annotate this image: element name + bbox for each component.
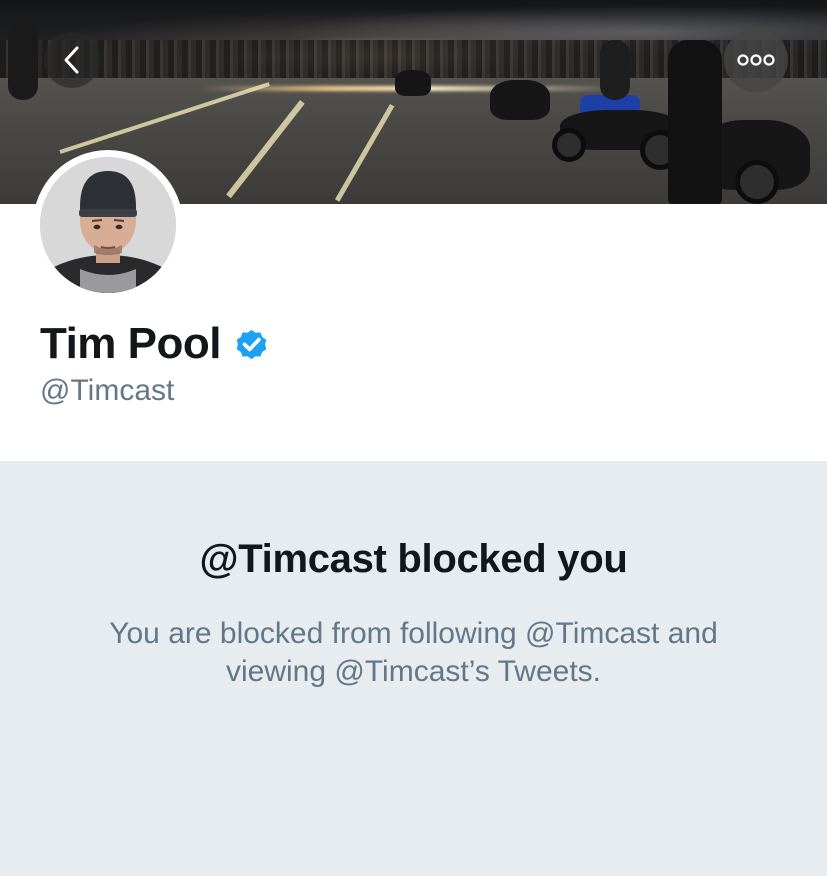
- blocked-notice-panel: @Timcast blocked you You are blocked fro…: [0, 461, 827, 876]
- motorcycle-wheel: [735, 160, 779, 204]
- back-button[interactable]: [44, 32, 100, 88]
- display-name: Tim Pool: [40, 319, 221, 368]
- more-options-button[interactable]: [724, 28, 788, 92]
- chevron-left-icon: [64, 46, 79, 74]
- person-silhouette: [600, 40, 630, 100]
- avatar: [40, 157, 176, 293]
- verified-badge-icon: [236, 329, 267, 359]
- user-handle: @Timcast: [40, 374, 175, 407]
- avatar-ring[interactable]: [33, 150, 183, 300]
- blocked-message: You are blocked from following @Timcast …: [109, 617, 718, 688]
- motorcycle: [395, 70, 431, 96]
- blocked-title: @Timcast blocked you: [199, 537, 628, 581]
- person-silhouette: [668, 40, 722, 204]
- more-horizontal-icon: [737, 54, 775, 66]
- avatar-portrait: [40, 157, 176, 293]
- motorcycle: [490, 80, 550, 120]
- person-silhouette: [8, 20, 38, 100]
- motorcycle-wheel: [552, 128, 586, 162]
- display-name-row: Tim Pool: [40, 319, 270, 369]
